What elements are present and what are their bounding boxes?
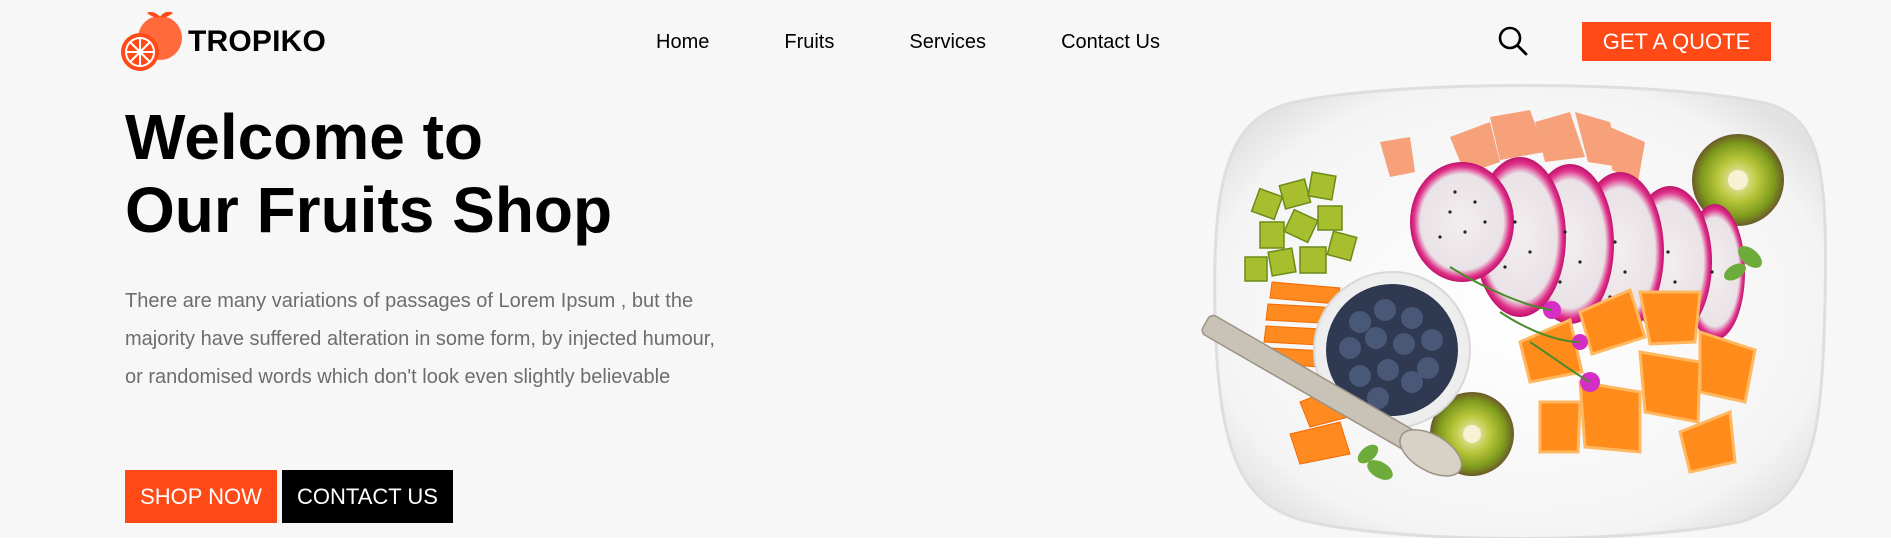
hero-description: There are many variations of passages of… — [125, 290, 715, 388]
get-a-quote-button[interactable]: GET A QUOTE — [1582, 22, 1771, 61]
nav-contact-us[interactable]: Contact Us — [1061, 29, 1160, 55]
hero-title-line-2: Our Fruits Shop — [125, 174, 613, 246]
nav-fruits[interactable]: Fruits — [784, 29, 834, 55]
hero-title-line-1: Welcome to — [125, 101, 483, 173]
orange-logo-icon — [121, 11, 182, 71]
logo[interactable]: TROPIKO — [120, 10, 326, 74]
nav-home[interactable]: Home — [656, 29, 709, 55]
nav-services[interactable]: Services — [909, 29, 986, 55]
search-icon — [1498, 26, 1528, 56]
main-nav: Home Fruits Services Contact Us — [656, 29, 1235, 55]
hero-title: Welcome to Our Fruits Shop — [125, 101, 612, 247]
page: TROPIKO Home Fruits Services Contact Us … — [0, 0, 1891, 540]
search-button[interactable] — [1497, 25, 1529, 57]
shop-now-button[interactable]: SHOP NOW — [125, 470, 277, 523]
contact-us-button[interactable]: CONTACT US — [282, 470, 453, 523]
fruit-plate-image — [1200, 82, 1830, 540]
brand-name: TROPIKO — [188, 25, 327, 58]
